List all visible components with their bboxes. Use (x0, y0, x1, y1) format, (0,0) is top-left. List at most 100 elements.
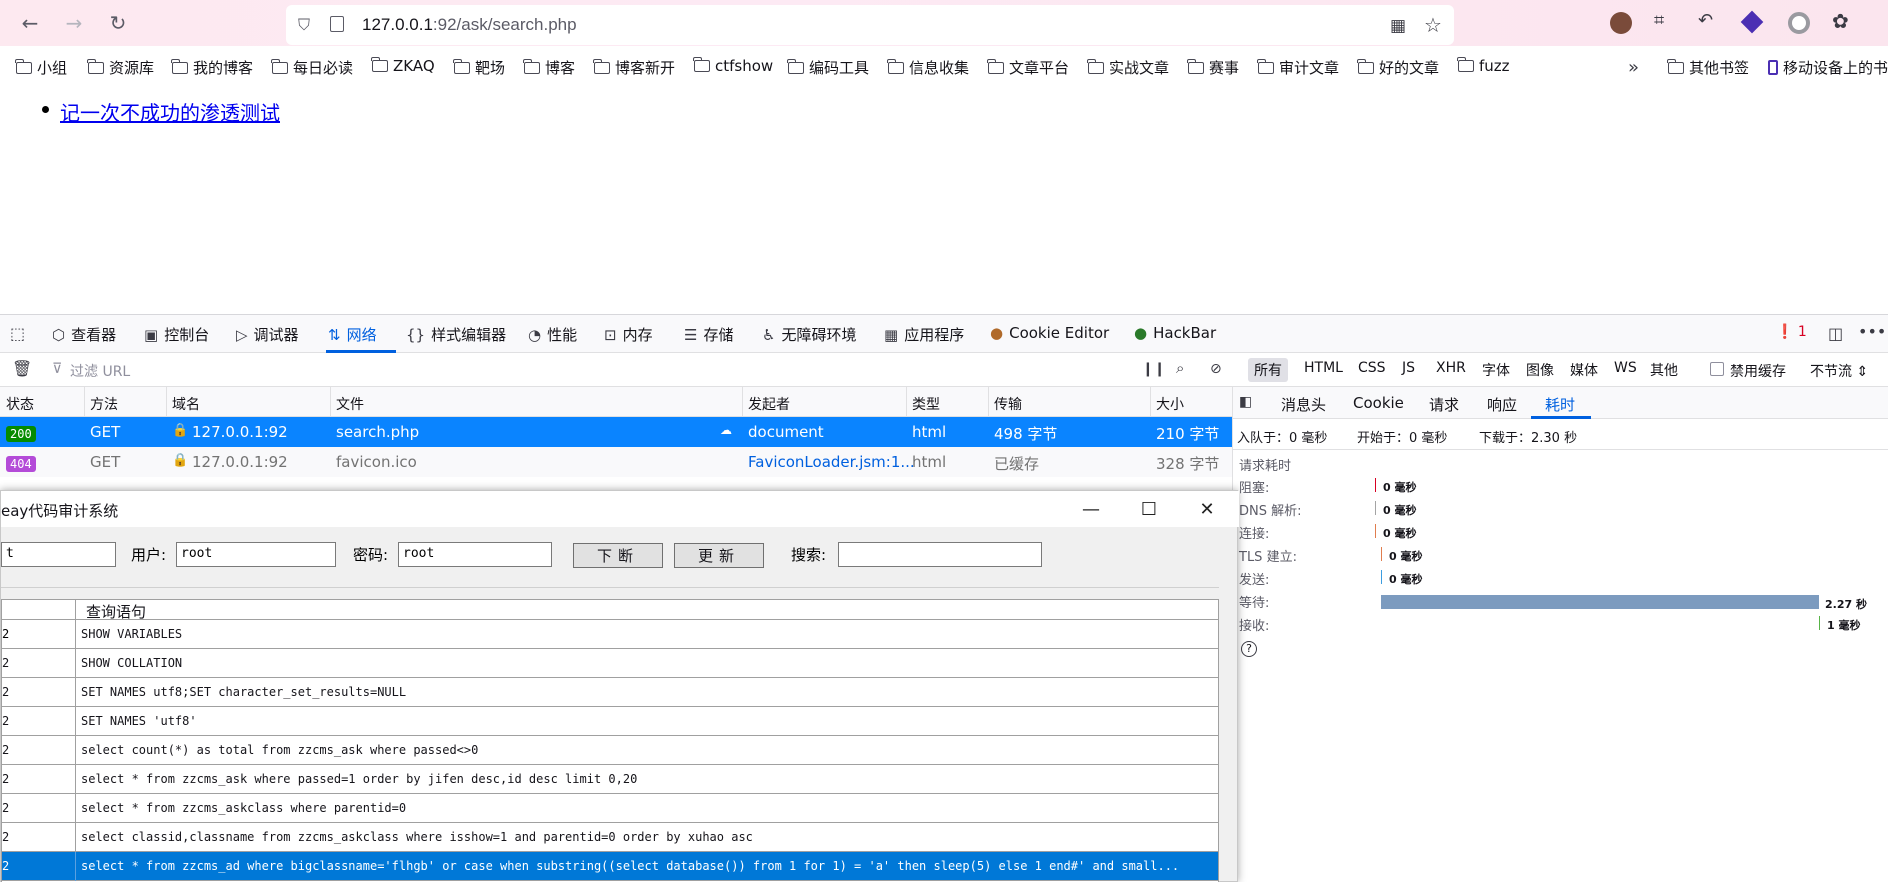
col-type[interactable]: 类型 (912, 394, 940, 414)
tab-request[interactable]: 请求 (1429, 394, 1459, 415)
bookmark-folder[interactable]: 编码工具 (787, 57, 869, 78)
break-button[interactable]: 下断 (573, 543, 663, 568)
reload-icon[interactable]: ↻ (104, 9, 132, 37)
block-icon[interactable]: ⊘ (1210, 361, 1222, 377)
filter-type-image[interactable]: 图像 (1520, 358, 1560, 382)
table-row[interactable]: 404 GET 🔒 127.0.0.1:92 favicon.ico Favic… (0, 447, 1232, 477)
table-row[interactable]: 200 GET 🔒 127.0.0.1:92 search.php ☁ docu… (0, 417, 1232, 447)
dock-side-icon[interactable]: ◫ (1828, 324, 1843, 343)
minimize-icon[interactable]: — (1071, 497, 1111, 521)
more-options-icon[interactable]: ••• (1858, 322, 1886, 341)
filter-type-html[interactable]: HTML (1298, 358, 1349, 382)
filter-type-other[interactable]: 其他 (1644, 358, 1684, 382)
tab-performance[interactable]: ◔ 性能 (528, 324, 577, 345)
cookie-extension-icon[interactable]: ✿ (1832, 9, 1849, 33)
table-row[interactable]: 2 select * from zzcms_ask where passed=1 … (2, 765, 1218, 794)
back-arrow-icon[interactable]: ← (16, 9, 44, 37)
tab-debugger[interactable]: ▷ 调试器 (236, 324, 299, 345)
element-picker-icon[interactable]: ⬚ (10, 324, 25, 343)
tab-network[interactable]: ⇅ 网络 (328, 324, 377, 345)
bookmark-folder[interactable]: 文章平台 (987, 57, 1069, 78)
search-icon[interactable]: ⌕ (1176, 359, 1184, 377)
bookmark-folder[interactable]: ZKAQ (371, 57, 435, 75)
extension-diamond-icon[interactable] (1740, 10, 1764, 34)
extension-avatar-icon[interactable] (1610, 12, 1632, 34)
table-row[interactable]: 2 SET NAMES 'utf8' (2, 707, 1218, 736)
tab-hackbar[interactable]: ● HackBar (1134, 324, 1216, 342)
table-row[interactable]: 2 SET NAMES utf8;SET character_set_result… (2, 678, 1218, 707)
throttle-select[interactable]: 不节流 ⇕ (1810, 361, 1868, 381)
bookmark-folder-mobile[interactable]: 移动设备上的书 (1768, 57, 1888, 78)
tab-response[interactable]: 响应 (1487, 394, 1517, 415)
request-initiator[interactable]: document (748, 423, 824, 441)
bookmark-folder[interactable]: 资源库 (87, 57, 154, 78)
filter-type-js[interactable]: JS (1396, 358, 1421, 382)
tab-accessibility[interactable]: ♿ 无障碍环境 (762, 324, 856, 345)
host-input[interactable]: t (1, 542, 116, 567)
bookmark-folder[interactable]: 信息收集 (887, 57, 969, 78)
table-row-selected[interactable]: 2 select * from zzcms_ad where bigclassna… (2, 852, 1218, 881)
filter-type-xhr[interactable]: XHR (1430, 358, 1472, 382)
bookmark-folder[interactable]: 赛事 (1187, 57, 1239, 78)
table-row[interactable]: 2 SHOW VARIABLES (2, 620, 1218, 649)
toggle-sidebar-icon[interactable]: ◧ (1239, 394, 1252, 410)
article-link[interactable]: 记一次不成功的渗透测试 (60, 97, 280, 126)
tab-inspector[interactable]: ⬡ 查看器 (52, 324, 116, 345)
trash-icon[interactable]: 🗑 (12, 359, 32, 378)
table-row[interactable]: 2 select count(*) as total from zzcms_ask… (2, 736, 1218, 765)
user-input[interactable]: root (176, 542, 336, 567)
tab-console[interactable]: ▣ 控制台 (144, 324, 209, 345)
tab-cookies[interactable]: Cookie (1353, 394, 1404, 412)
undo-icon[interactable]: ↶ (1698, 10, 1713, 31)
bookmark-folder[interactable]: 实战文章 (1087, 57, 1169, 78)
col-status[interactable]: 状态 (6, 394, 34, 414)
bookmark-folder-other[interactable]: 其他书签 (1667, 57, 1749, 78)
close-icon[interactable]: ✕ (1187, 497, 1227, 521)
bookmark-folder[interactable]: 审计文章 (1257, 57, 1339, 78)
maximize-icon[interactable]: ☐ (1129, 497, 1169, 521)
seay-scrollbar[interactable] (1221, 551, 1237, 881)
col-domain[interactable]: 域名 (172, 394, 200, 414)
bookmark-folder[interactable]: 好的文章 (1357, 57, 1439, 78)
filter-type-css[interactable]: CSS (1352, 358, 1392, 382)
tab-memory[interactable]: ⊡ 内存 (604, 324, 653, 345)
filter-url-input[interactable]: 过滤 URL (70, 361, 130, 381)
bookmark-folder[interactable]: 每日必读 (271, 57, 353, 78)
table-row[interactable]: 2 select * from zzcms_askclass where pare… (2, 794, 1218, 823)
tab-timings[interactable]: 耗时 (1545, 394, 1575, 415)
extension-circle-icon[interactable] (1788, 12, 1810, 34)
table-row[interactable]: 2 select classid,classname from zzcms_ask… (2, 823, 1218, 852)
bookmark-folder[interactable]: 博客新开 (593, 57, 675, 78)
tab-cookie-editor[interactable]: ● Cookie Editor (990, 324, 1109, 342)
error-count-badge[interactable]: ❗ 1 (1776, 324, 1807, 340)
page-info-icon[interactable] (330, 16, 344, 32)
shield-icon[interactable]: ⛉ (298, 15, 310, 35)
bookmark-folder[interactable]: 博客 (523, 57, 575, 78)
table-row[interactable]: 2 SHOW COLLATION (2, 649, 1218, 678)
qr-code-icon[interactable]: ▦ (1390, 16, 1406, 36)
col-size[interactable]: 大小 (1156, 394, 1184, 414)
tab-application[interactable]: ▦ 应用程序 (884, 324, 964, 345)
update-button[interactable]: 更新 (674, 543, 764, 568)
forward-arrow-icon[interactable]: → (60, 9, 88, 37)
filter-type-media[interactable]: 媒体 (1564, 358, 1604, 382)
col-file[interactable]: 文件 (336, 394, 364, 414)
disable-cache-checkbox[interactable] (1710, 362, 1724, 376)
more-bookmarks-chevron-icon[interactable]: » (1628, 57, 1639, 78)
tab-headers[interactable]: 消息头 (1281, 394, 1326, 415)
bookmark-star-icon[interactable]: ☆ (1424, 13, 1442, 37)
col-initiator[interactable]: 发起者 (748, 394, 790, 414)
url-bar[interactable]: ⛉ 127.0.0.1:92/ask/search.php ▦ ☆ (286, 5, 1454, 45)
help-icon[interactable]: ? (1241, 641, 1257, 657)
request-initiator[interactable]: FaviconLoader.jsm:1... (748, 453, 915, 471)
tab-storage[interactable]: ☰ 存储 (684, 324, 733, 345)
bookmark-folder[interactable]: 我的博客 (171, 57, 253, 78)
tab-style-editor[interactable]: {} 样式编辑器 (406, 324, 506, 345)
bookmark-folder[interactable]: fuzz (1457, 57, 1510, 75)
bookmark-folder[interactable]: 靶场 (453, 57, 505, 78)
filter-type-all[interactable]: 所有 (1248, 358, 1288, 382)
col-transferred[interactable]: 传输 (994, 394, 1022, 414)
search-input[interactable] (838, 542, 1042, 567)
pause-icon[interactable]: ❙❙ (1142, 361, 1165, 377)
col-query[interactable]: 查询语句 (86, 601, 146, 622)
